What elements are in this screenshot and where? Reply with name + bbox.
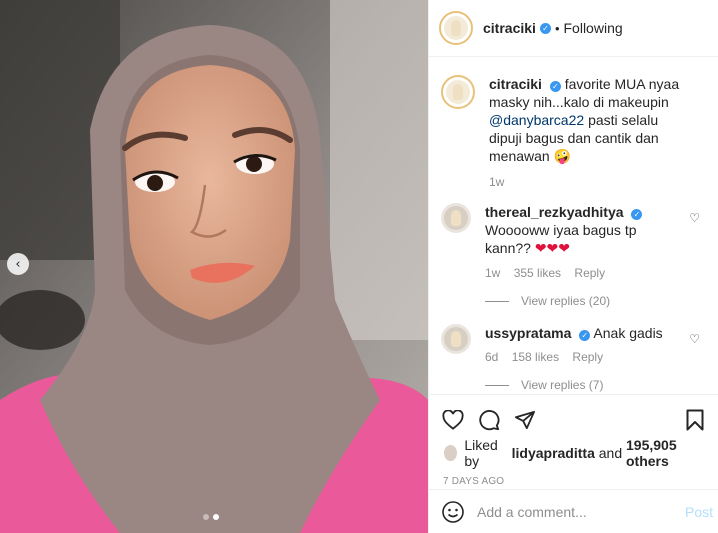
comment-likes[interactable]: 158 likes — [512, 350, 559, 364]
comment-bubble-icon[interactable] — [477, 408, 501, 432]
liked-by-and: and — [598, 445, 623, 461]
post-media[interactable]: ‹ — [0, 0, 428, 533]
comment-meta: 1w 355 likes Reply — [485, 266, 683, 280]
emoji-smiley-icon[interactable] — [441, 500, 465, 524]
author-avatar[interactable] — [439, 11, 473, 45]
carousel-dot-active[interactable] — [213, 514, 219, 520]
caption: citraciki ✓ favorite MUA nyaa masky nih.… — [441, 75, 708, 191]
caption-text: citraciki ✓ favorite MUA nyaa masky nih.… — [489, 75, 687, 165]
others-count-link[interactable]: 195,905 others — [626, 437, 707, 469]
comment-like-heart-icon[interactable]: ♡ — [689, 211, 700, 225]
comment-likes[interactable]: 355 likes — [514, 266, 561, 280]
add-comment-input[interactable] — [477, 504, 667, 520]
share-paper-plane-icon[interactable] — [513, 408, 537, 432]
post-side-panel: citraciki ✓ • Following citraciki ✓ favo… — [428, 0, 718, 533]
caption-username[interactable]: citraciki — [489, 76, 542, 92]
liked-by-user[interactable]: lidyapraditta — [512, 445, 595, 461]
verified-badge-icon: ✓ — [549, 81, 561, 92]
comment-item: ussypratama ✓ Anak gadis 6d 158 likes Re… — [441, 324, 708, 364]
caption-mention-link[interactable]: @danybarca22 — [489, 112, 584, 128]
comment-body: thereal_rezkyadhitya ✓ Wooooww iyaa bagu… — [485, 203, 683, 280]
replies-divider — [485, 384, 509, 386]
post-actions-section: Liked by lidyapraditta and 195,905 other… — [429, 394, 718, 533]
comment-text: ussypratama ✓ Anak gadis — [485, 324, 683, 342]
comments-list[interactable]: citraciki ✓ favorite MUA nyaa masky nih.… — [429, 57, 718, 392]
comment-avatar[interactable] — [441, 203, 471, 233]
comment-avatar[interactable] — [441, 324, 471, 354]
comment-like-heart-icon[interactable]: ♡ — [689, 332, 700, 346]
liker-avatar[interactable] — [443, 444, 459, 462]
view-replies-label[interactable]: View replies (7) — [521, 378, 603, 392]
post-date[interactable]: 7 DAYS AGO — [429, 469, 718, 487]
caption-avatar[interactable] — [441, 75, 475, 109]
hearts-emoji: ❤❤❤ — [534, 241, 571, 257]
verified-badge-icon: ✓ — [539, 22, 551, 34]
add-comment-bar: Post — [429, 489, 718, 533]
comment-meta: 6d 158 likes Reply — [485, 350, 683, 364]
reply-button[interactable]: Reply — [574, 266, 605, 280]
comment-time[interactable]: 6d — [485, 350, 498, 364]
liked-by-row: Liked by lidyapraditta and 195,905 other… — [429, 433, 718, 469]
post-header: citraciki ✓ • Following — [429, 0, 718, 57]
instagram-post-view: ‹ citraciki ✓ • Following citraciki ✓ fa — [0, 0, 718, 533]
caption-time[interactable]: 1w — [489, 175, 504, 189]
comment-text: thereal_rezkyadhitya ✓ Wooooww iyaa bagu… — [485, 203, 683, 258]
header-separator: • — [554, 20, 560, 36]
view-replies-link[interactable]: View replies (7) — [485, 378, 708, 392]
like-heart-icon[interactable] — [441, 408, 465, 432]
comment-body: ussypratama ✓ Anak gadis 6d 158 likes Re… — [485, 324, 683, 364]
following-button[interactable]: Following — [564, 20, 623, 36]
view-replies-link[interactable]: View replies (20) — [485, 294, 708, 308]
carousel-dots — [203, 514, 219, 520]
comment-username[interactable]: ussypratama — [485, 325, 571, 341]
post-photo — [0, 0, 428, 533]
chevron-left-icon: ‹ — [15, 256, 21, 272]
caption-meta: 1w — [489, 173, 687, 191]
replies-divider — [485, 300, 509, 302]
view-replies-label[interactable]: View replies (20) — [521, 294, 610, 308]
carousel-prev-button[interactable]: ‹ — [7, 253, 29, 275]
liked-by-prefix: Liked by — [464, 437, 498, 469]
comment-username[interactable]: thereal_rezkyadhitya — [485, 204, 624, 220]
carousel-dot[interactable] — [203, 514, 209, 520]
action-icons-bar — [429, 395, 718, 433]
caption-emoji: 🤪 — [553, 148, 572, 164]
reply-button[interactable]: Reply — [572, 350, 603, 364]
comment-time[interactable]: 1w — [485, 266, 500, 280]
caption-body: citraciki ✓ favorite MUA nyaa masky nih.… — [489, 75, 687, 191]
author-username[interactable]: citraciki — [483, 20, 536, 36]
save-bookmark-icon[interactable] — [683, 408, 707, 432]
verified-badge-icon: ✓ — [631, 209, 643, 220]
post-comment-button[interactable]: Post — [685, 504, 713, 520]
comment-item: thereal_rezkyadhitya ✓ Wooooww iyaa bagu… — [441, 203, 708, 280]
verified-badge-icon: ✓ — [579, 330, 591, 341]
comment-message: Anak gadis — [593, 325, 663, 341]
